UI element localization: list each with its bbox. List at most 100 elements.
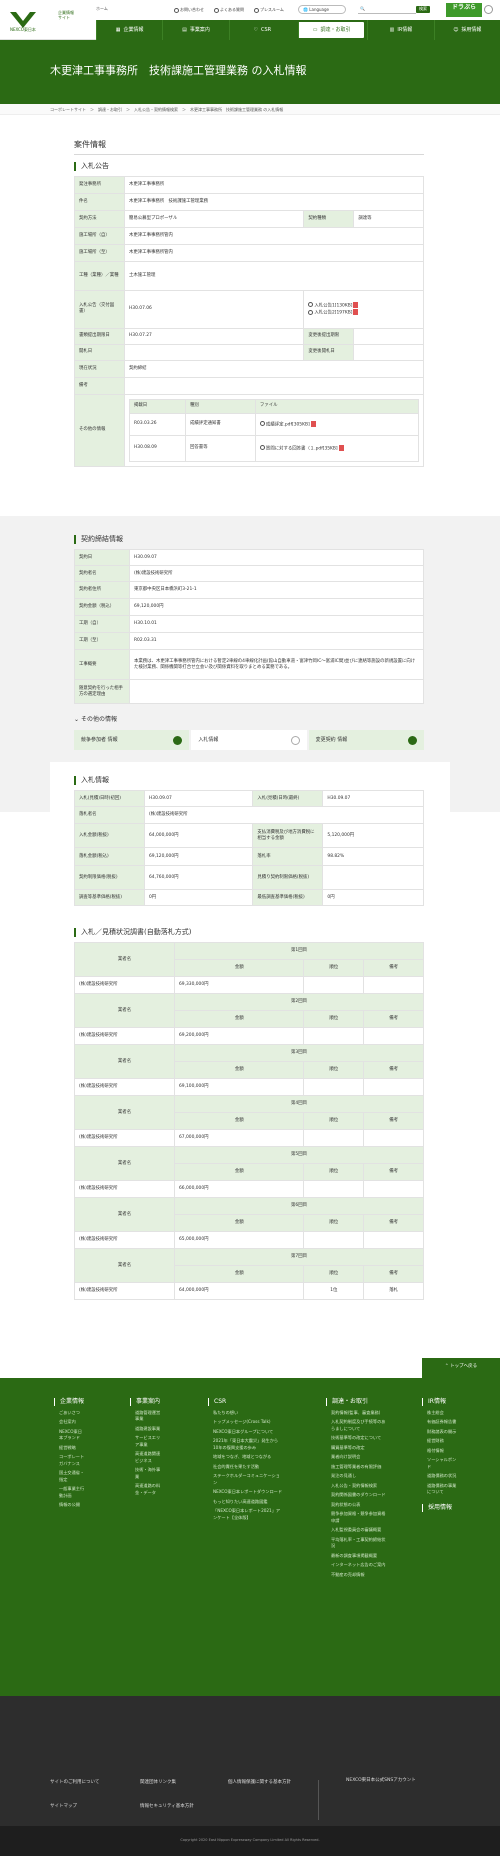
footer-link[interactable]: NEXCO東日本ブランド	[54, 1429, 86, 1442]
footer-ir-title[interactable]: IR情報	[422, 1398, 458, 1406]
round-header-row: 業者名 第2回目	[74, 993, 424, 1028]
other-file-1[interactable]: 成績評定.pdf[305KB]	[254, 412, 420, 436]
footer-link[interactable]: 入札監視委員会の審議概要	[326, 1527, 386, 1534]
footer-link[interactable]: ソーシャルボンド	[422, 1457, 458, 1470]
pdf-icon	[310, 420, 316, 427]
footer-link[interactable]: 財務諸表の開示	[422, 1429, 458, 1436]
announce-file-2[interactable]: 入札公告2[197KB]	[308, 309, 419, 316]
contract-table: 契約日 H30.09.07 契約者名 (株)建設技術研究所 契約者住所 東京都中央区日…	[74, 549, 424, 704]
footer-link-usage[interactable]: サイトのご利用について	[50, 1780, 99, 1786]
footer-link[interactable]: NEXCO東日本レポートダウンロード	[208, 1489, 282, 1496]
footer-link[interactable]: コーポレートガバナンス	[54, 1454, 86, 1467]
tab-change[interactable]: 変更契約 情報	[308, 730, 424, 751]
footer-business-title[interactable]: 事業案内	[130, 1398, 162, 1406]
tab-competitors[interactable]: 競争参加者 情報	[74, 730, 190, 751]
footer-link[interactable]: 技術・海外事業	[130, 1467, 162, 1480]
footer-link-security[interactable]: 情報セキュリティ基本方針	[140, 1804, 194, 1810]
footer-corporate-title[interactable]: 企業情報	[54, 1398, 86, 1406]
search-button[interactable]: 検索	[416, 6, 430, 13]
footer-link[interactable]: 購買基準等の改定	[326, 1445, 386, 1452]
nav-csr[interactable]: ♡ CSR	[228, 20, 295, 40]
footer-link-privacy[interactable]: 個人情報保護に関する基本方針	[228, 1780, 291, 1786]
footer-link[interactable]: 会社案内	[54, 1419, 86, 1426]
table-row: (株)建設技術研究所 65,000,000円	[74, 1231, 424, 1249]
contact-link[interactable]: お問い合わせ	[174, 7, 204, 13]
footer-link[interactable]: ステークホルダーコミュニケーション	[208, 1473, 282, 1486]
footer-link[interactable]: 施工管理等業者の有限評価	[326, 1464, 386, 1471]
footer-link[interactable]: インターネット広告のご案内	[326, 1562, 386, 1569]
nav-procurement[interactable]: ▭ 調達・お取引	[297, 22, 365, 38]
footer-link[interactable]: 道路債務の状況	[422, 1473, 458, 1480]
footer-link[interactable]: 最新の調査事項掲載概要	[326, 1553, 386, 1560]
nav-recruit[interactable]: ☺ 採用情報	[433, 20, 500, 40]
home-link[interactable]: ホーム	[96, 6, 108, 11]
footer-link[interactable]: 地域をつなぎ、地域とつながる	[208, 1454, 282, 1461]
press-link[interactable]: プレスルーム	[254, 7, 284, 13]
footer-link[interactable]: 契約状態の公表	[326, 1502, 386, 1509]
footer-link-related[interactable]: 関連団体リンク集	[140, 1780, 176, 1786]
road-icon: ▤	[182, 26, 187, 33]
dorapura-link[interactable]: ドラぷら	[446, 3, 482, 17]
footer-link[interactable]: NEXCO東日本グループについて	[208, 1429, 282, 1436]
menu-icon[interactable]	[484, 5, 493, 14]
back-to-top-button[interactable]: ⌃ トップへ戻る	[422, 1358, 500, 1378]
footer-link[interactable]: 道路建設事業	[130, 1426, 162, 1433]
bid-table: 入札(見積)日時(初回) H30.09.07 入札(見積)日時(最終) H30.09.…	[74, 790, 424, 906]
search-input[interactable]: 🔍	[358, 5, 416, 14]
footer-link[interactable]: 入札公告・契約情報検索	[326, 1483, 386, 1490]
footer-link[interactable]: 有価証券報告書	[422, 1419, 458, 1426]
footer-link[interactable]: 契約情報(監事、審査業務)	[326, 1410, 386, 1417]
footer-link[interactable]: 道路債務の事業について	[422, 1483, 458, 1496]
nav-ir[interactable]: ▥ IR情報	[367, 20, 433, 40]
footer-link[interactable]: 入札契約制度及び手続等のあらましについて	[326, 1419, 386, 1432]
footer-link[interactable]: もっと知りたい高速道路図鑑	[208, 1499, 282, 1506]
person-icon: ☺	[453, 26, 459, 33]
footer-sns[interactable]: NEXCO東日本公式SNSアカウント	[346, 1778, 416, 1784]
footer-link[interactable]: 社会的責任を果たす活動	[208, 1464, 282, 1471]
footer-link[interactable]: 発注の見通し	[326, 1473, 386, 1480]
footer-link[interactable]: 業者向け説明会	[326, 1454, 386, 1461]
footer-procurement-title[interactable]: 調達・お取引	[326, 1398, 386, 1406]
footer-link[interactable]: 私たちの想い	[208, 1410, 282, 1417]
footer-link[interactable]: 格付情報	[422, 1448, 458, 1455]
handshake-icon: ▭	[312, 26, 318, 33]
footer-link-sitemap[interactable]: サイトマップ	[50, 1804, 77, 1810]
footer-link[interactable]: 高速道路の料金・データ	[130, 1483, 162, 1496]
table-row: (株)建設技術研究所 69,100,000円	[74, 1078, 424, 1096]
footer-link[interactable]: 国土交通省・指定	[54, 1470, 86, 1483]
page-hero: 木更津工事事務所 技術課施工管理業務 の入札情報	[0, 40, 500, 104]
breadcrumb[interactable]: コーポレートサイト ＞ 調達・お取引 ＞ 入札公告・契約情報検索 ＞ 木更津工事…	[0, 104, 500, 115]
footer-link[interactable]: 平均落札率・工事契約締結状況	[326, 1537, 386, 1550]
table-row: (株)建設技術研究所 64,000,000円 1位 落札	[74, 1282, 424, 1300]
nexco-logo[interactable]: NEXCO東日本	[8, 8, 38, 32]
footer-csr-title[interactable]: CSR	[208, 1398, 282, 1406]
footer-link[interactable]: 技術基準等の改定について	[326, 1435, 386, 1442]
footer-recruit-title[interactable]: 採用情報	[422, 1503, 458, 1512]
footer-link[interactable]: 情報の公開	[54, 1502, 86, 1509]
footer-link[interactable]: 不動産の売却情報	[326, 1572, 386, 1579]
tab-bid[interactable]: 入札情報	[191, 730, 307, 751]
footer-link[interactable]: 一般事業主行動計画	[54, 1486, 86, 1499]
round-header-row: 業者名 第6回目	[74, 1197, 424, 1232]
footer-link[interactable]: ごあいさつ	[54, 1410, 86, 1417]
footer-link[interactable]: 契約関係図書のダウンロード	[326, 1492, 386, 1499]
nav-corporate[interactable]: ▦ 企業情報	[96, 20, 162, 40]
announce-file-1[interactable]: 入札公告1[130KB]	[308, 301, 419, 309]
footer-link[interactable]: 競争参加資格・競争参加資格申請	[326, 1511, 386, 1524]
faq-link[interactable]: よくある質問	[214, 7, 244, 13]
footer-link[interactable]: サービスエリア事業	[130, 1435, 162, 1448]
footer-link[interactable]: 「NEXCO東日本レポート2021」アンケート【全体版】	[208, 1508, 282, 1521]
language-select[interactable]: 🌐 Language	[298, 5, 346, 14]
footer-link[interactable]: 高速道路関連ビジネス	[130, 1451, 162, 1464]
nav-business[interactable]: ▤ 事業案内	[162, 20, 228, 40]
other-file-2[interactable]: 質問に対する回答書（１.pdf[35KB]	[254, 434, 420, 462]
arrow-icon	[290, 735, 300, 745]
footer-link[interactable]: トップメッセージ(Cross Talk)	[208, 1419, 282, 1426]
footer-link[interactable]: 道路管理運営事業	[130, 1410, 162, 1423]
footer-link[interactable]: 2021年「東日本大震災」発生から10年の復興支援の歩み	[208, 1438, 282, 1451]
result-title: 入札／見積状況調書(自動落札方式)	[74, 928, 424, 937]
footer-link[interactable]: 株主総会	[422, 1410, 458, 1417]
footer-link[interactable]: 経営戦略	[54, 1445, 86, 1452]
footer-link[interactable]: 経営財務	[422, 1438, 458, 1445]
case-title: 案件情報	[74, 140, 424, 155]
